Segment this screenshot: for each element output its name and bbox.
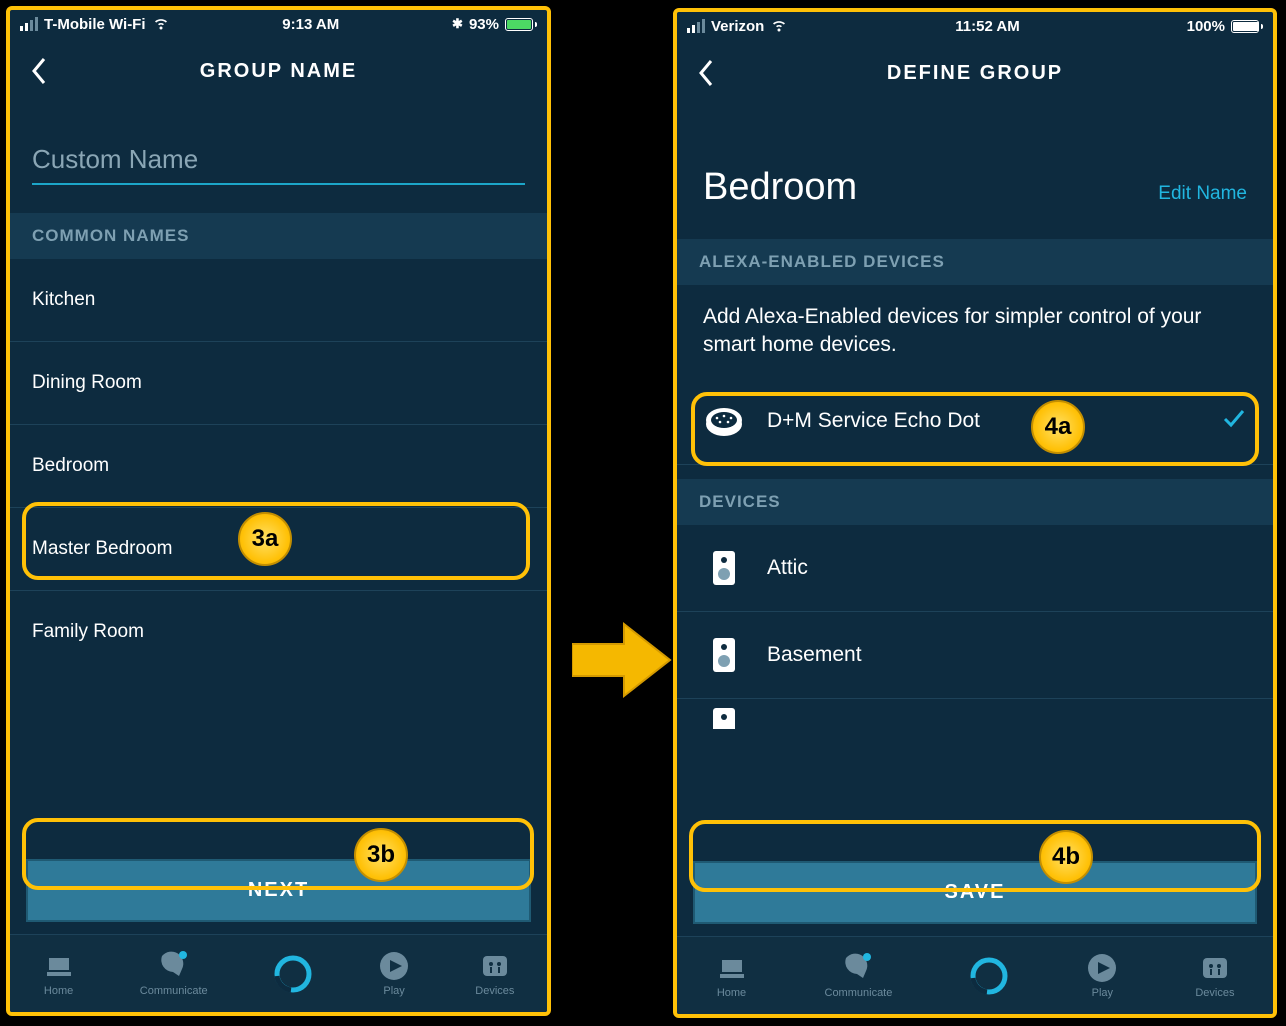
save-button[interactable]: SAVE (693, 861, 1257, 924)
edit-name-link[interactable]: Edit Name (1158, 183, 1247, 205)
speaker-icon (703, 634, 745, 676)
carrier-label: T-Mobile Wi-Fi (44, 16, 146, 33)
page-title: DEFINE GROUP (887, 62, 1063, 85)
device-row[interactable]: Basement (677, 612, 1273, 699)
wifi-icon (770, 15, 788, 37)
list-item[interactable]: Master Bedroom (10, 508, 547, 591)
battery-pct: 100% (1187, 18, 1225, 35)
echo-dot-icon (703, 400, 745, 442)
tab-alexa[interactable] (273, 954, 313, 994)
tab-bar: Home Communicate Play Devices (677, 936, 1273, 1014)
battery-icon (1231, 20, 1263, 33)
phone-define-group: Verizon 11:52 AM 100% DEFINE GROUP Bedro… (673, 8, 1277, 1018)
tab-bar: Home Communicate Play Devices (10, 934, 547, 1012)
speaker-icon (703, 704, 745, 729)
device-row-partial[interactable] (677, 699, 1273, 729)
alexa-device-row[interactable]: D+M Service Echo Dot (677, 378, 1273, 465)
signal-icon (687, 19, 705, 33)
page-title: GROUP NAME (200, 60, 357, 83)
clock: 11:52 AM (955, 18, 1019, 35)
next-button[interactable]: NEXT (26, 859, 531, 922)
list-item[interactable]: Dining Room (10, 342, 547, 425)
group-name: Bedroom (703, 166, 857, 209)
section-devices: DEVICES (677, 479, 1273, 525)
custom-name-field[interactable] (32, 144, 525, 185)
battery-icon (505, 18, 537, 31)
phone-group-name: T-Mobile Wi-Fi 9:13 AM ✱ 93% GROUP NAME … (6, 6, 551, 1016)
bluetooth-icon: ✱ (452, 16, 463, 32)
tab-alexa[interactable] (969, 956, 1009, 996)
tab-play[interactable]: Play (378, 950, 410, 997)
device-row[interactable]: Attic (677, 525, 1273, 612)
section-common-names: COMMON NAMES (10, 213, 547, 259)
tab-label: Play (1092, 987, 1113, 999)
back-button[interactable] (30, 56, 48, 86)
tab-label: Devices (1195, 987, 1234, 999)
common-names-list: Kitchen Dining Room Bedroom Master Bedro… (10, 259, 547, 849)
tab-home[interactable]: Home (43, 950, 75, 997)
tab-label: Play (383, 985, 404, 997)
tab-devices[interactable]: Devices (1195, 952, 1234, 999)
tab-play[interactable]: Play (1086, 952, 1118, 999)
device-name: Attic (767, 556, 1247, 580)
check-icon (1221, 405, 1247, 437)
tab-label: Devices (475, 985, 514, 997)
tab-label: Home (717, 987, 746, 999)
nav-header: GROUP NAME (10, 38, 547, 104)
carrier-label: Verizon (711, 18, 764, 35)
tab-label: Communicate (825, 987, 893, 999)
tab-communicate[interactable]: Communicate (825, 952, 893, 999)
nav-header: DEFINE GROUP (677, 40, 1273, 106)
save-button-wrap: SAVE (677, 851, 1273, 936)
tab-label: Communicate (140, 985, 208, 997)
list-item-bedroom[interactable]: Bedroom (10, 425, 547, 508)
device-name: Basement (767, 643, 1247, 667)
alexa-help-text: Add Alexa-Enabled devices for simpler co… (677, 285, 1273, 378)
arrow-icon (572, 620, 672, 700)
section-alexa-devices: ALEXA-ENABLED DEVICES (677, 239, 1273, 285)
list-item[interactable]: Family Room (10, 591, 547, 673)
speaker-icon (703, 547, 745, 589)
tab-label: Home (44, 985, 73, 997)
back-button[interactable] (697, 58, 715, 88)
signal-icon (20, 17, 38, 31)
next-button-wrap: NEXT (10, 849, 547, 934)
wifi-icon (152, 13, 170, 35)
device-name: D+M Service Echo Dot (767, 409, 1199, 433)
battery-pct: 93% (469, 16, 499, 33)
tab-devices[interactable]: Devices (475, 950, 514, 997)
custom-name-input[interactable] (32, 144, 525, 175)
tab-communicate[interactable]: Communicate (140, 950, 208, 997)
tab-home[interactable]: Home (716, 952, 748, 999)
list-item[interactable]: Kitchen (10, 259, 547, 342)
clock: 9:13 AM (282, 16, 339, 33)
group-title-row: Bedroom Edit Name (677, 106, 1273, 239)
status-bar: Verizon 11:52 AM 100% (677, 12, 1273, 40)
status-bar: T-Mobile Wi-Fi 9:13 AM ✱ 93% (10, 10, 547, 38)
